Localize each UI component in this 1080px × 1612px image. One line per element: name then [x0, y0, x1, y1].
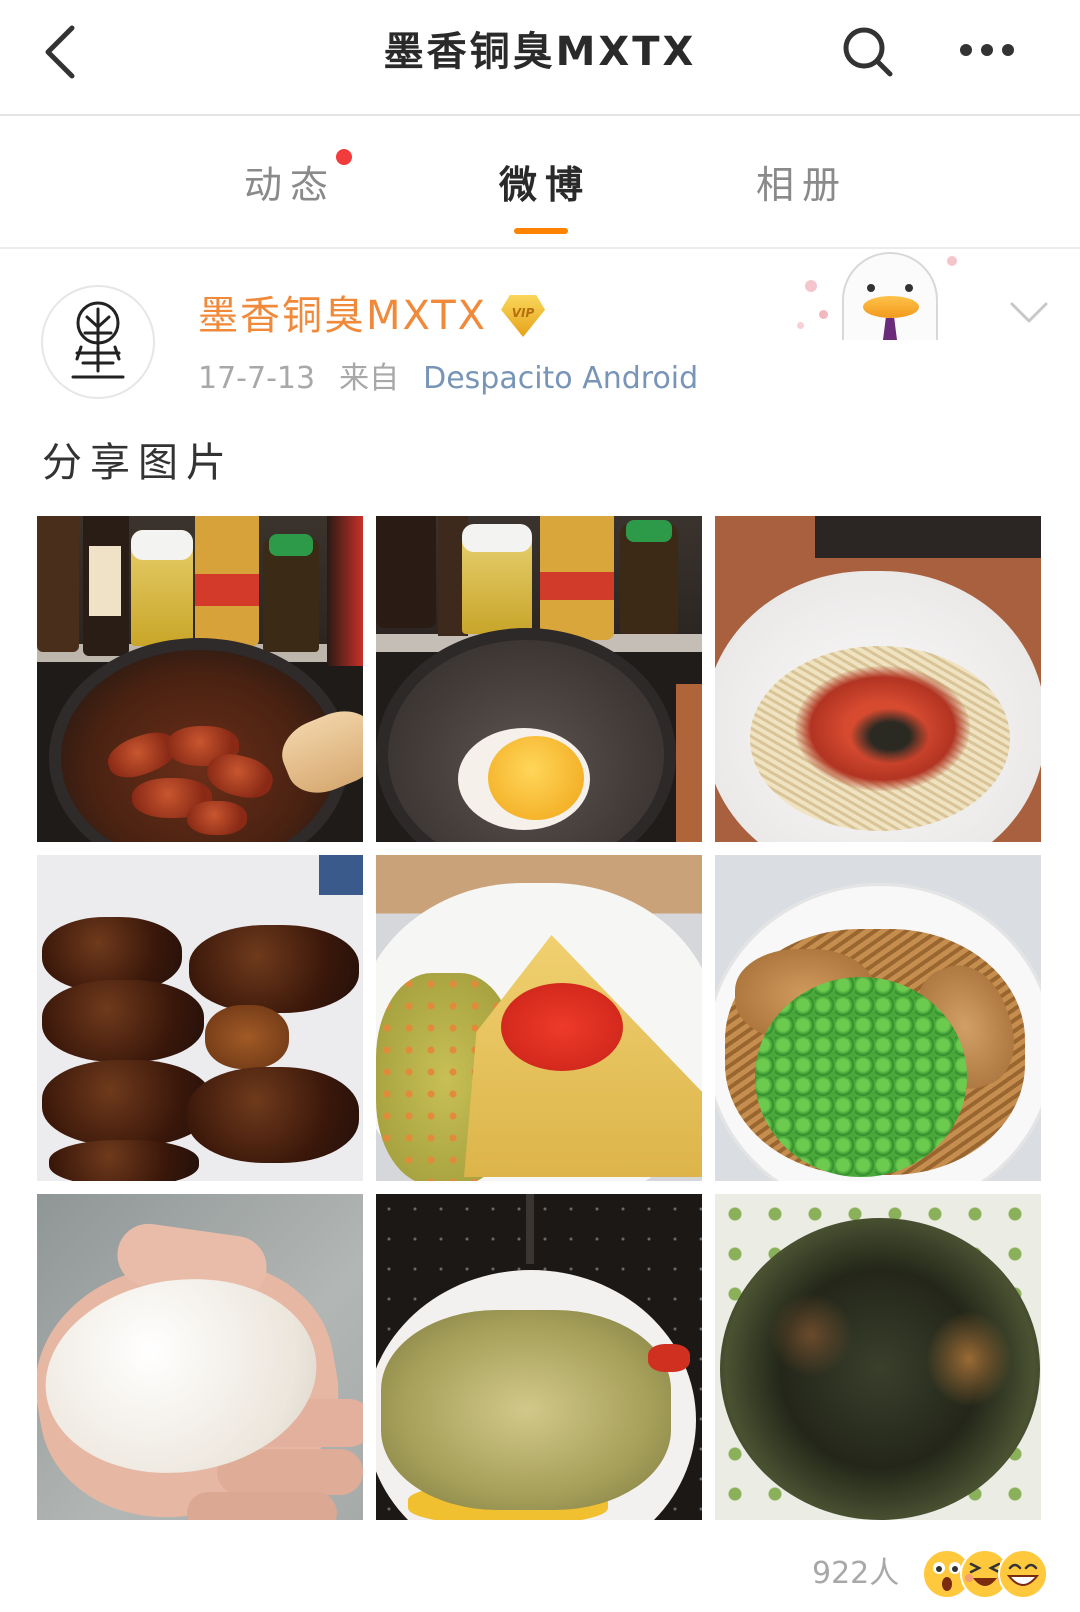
tab-label: 相册 [755, 163, 848, 207]
egg-yolk [488, 736, 584, 820]
post-date: 17-7-13 [198, 361, 316, 396]
bottle-label [540, 572, 614, 600]
profile-tabs: 动态 微博 相册 [0, 116, 1080, 249]
avatar-drawing [71, 301, 125, 379]
food-piece [205, 1005, 289, 1069]
post-photo-8[interactable] [376, 1194, 702, 1520]
post-photo-2[interactable] [376, 516, 702, 842]
food-piece [187, 801, 247, 835]
notification-dot [336, 149, 352, 165]
post-meta: 17-7-13 来自 Despacito Android [198, 356, 698, 402]
source-prefix: 来自 [339, 361, 400, 396]
post-photo-9[interactable] [715, 1194, 1041, 1520]
photo-background [815, 516, 1041, 558]
food-piece [648, 1344, 690, 1372]
vip-badge-icon[interactable]: VIP [501, 295, 546, 337]
vip-badge-text: VIP [511, 306, 535, 320]
bottle-cap [462, 524, 532, 552]
author-row: 墨香铜臭MXTX VIP [198, 290, 546, 342]
bottle-label [195, 574, 259, 606]
bottle-label [89, 546, 121, 616]
tab-activity[interactable]: 动态 [210, 160, 370, 210]
post-photo-3[interactable] [715, 516, 1041, 842]
sticker-dot [797, 322, 804, 329]
post-photo-1[interactable] [37, 516, 363, 842]
reactions-bar[interactable]: 922人 [812, 1547, 1049, 1601]
tab-weibo[interactable]: 微博 [465, 160, 625, 210]
post-photo-4[interactable] [37, 855, 363, 1181]
food-piece [381, 1310, 671, 1510]
bottle [376, 516, 436, 628]
bottle-cap [131, 530, 193, 560]
food-piece [770, 1294, 852, 1376]
photo-grid [37, 516, 1041, 1520]
goose-eye [867, 284, 875, 292]
top-bar: 墨香铜臭MXTX [0, 0, 1080, 116]
food-piece [187, 1067, 359, 1163]
avatar[interactable] [41, 285, 155, 399]
sticker-dot [805, 280, 817, 292]
food-piece [42, 980, 204, 1062]
photo-background [526, 1194, 534, 1264]
food-piece [49, 1140, 199, 1181]
bottle [37, 516, 79, 652]
chevron-down-icon[interactable] [1008, 300, 1050, 326]
food-piece [927, 1312, 1011, 1406]
post-source-link[interactable]: Despacito Android [423, 361, 698, 396]
grinning-face-icon [998, 1549, 1049, 1599]
tab-label: 微博 [498, 163, 591, 207]
back-icon[interactable] [40, 24, 80, 80]
food-piece [189, 925, 359, 1013]
bottle-cap [269, 534, 313, 556]
goose-eye [905, 284, 913, 292]
bottle-cap [626, 520, 672, 542]
tab-label: 动态 [243, 163, 336, 207]
post-photo-7[interactable] [37, 1194, 363, 1520]
goose-beak [863, 296, 919, 318]
post-text: 分享图片 [42, 440, 234, 486]
sticker-dot [947, 256, 957, 266]
green-peas [755, 977, 967, 1177]
bottle [327, 516, 363, 666]
post-photo-5[interactable] [376, 855, 702, 1181]
ketchup [501, 983, 623, 1071]
page-title: 墨香铜臭MXTX [383, 29, 697, 75]
post-photo-6[interactable] [715, 855, 1041, 1181]
tab-album[interactable]: 相册 [722, 160, 882, 210]
pan-handle [676, 684, 702, 842]
reaction-count: 922人 [812, 1556, 900, 1591]
active-tab-indicator [514, 228, 568, 234]
goose-sticker-icon [797, 250, 967, 340]
search-icon[interactable] [840, 24, 896, 80]
author-name[interactable]: 墨香铜臭MXTX [198, 290, 487, 342]
seaweed-topping [850, 708, 930, 764]
hand-finger [187, 1492, 337, 1520]
photo-background [319, 855, 363, 895]
more-dots-icon[interactable] [958, 40, 1016, 60]
food-piece [42, 1060, 212, 1146]
sticker-dot [819, 310, 828, 319]
